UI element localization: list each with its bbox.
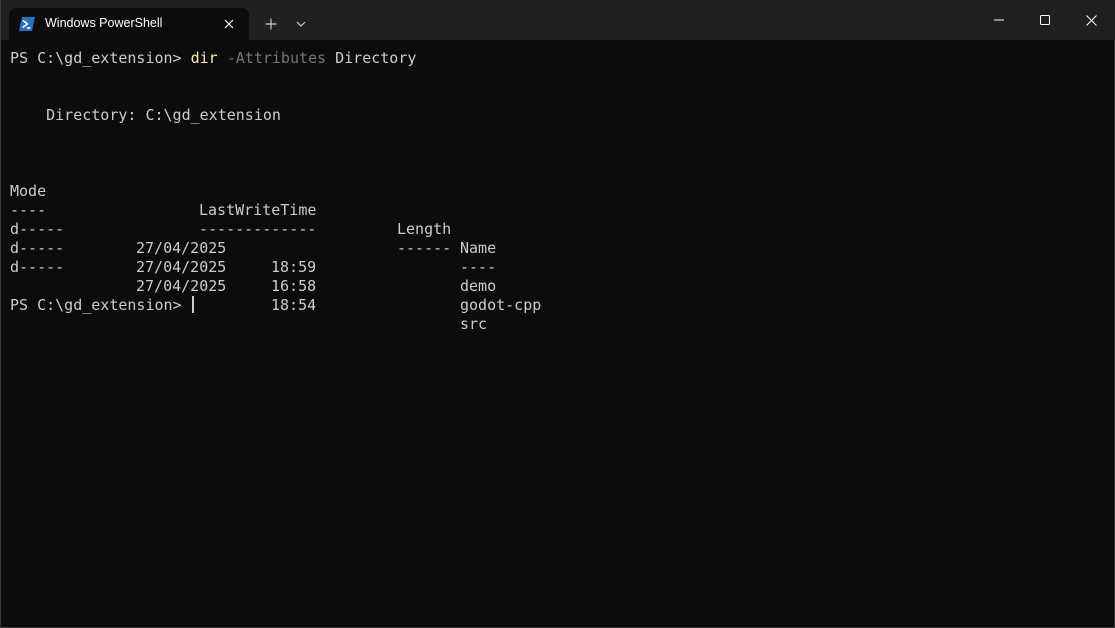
chevron-down-icon[interactable] [289, 12, 313, 36]
terminal-output[interactable]: PS C:\gd_extension> dir -Attributes Dire… [10, 48, 1110, 623]
row-date: 27/04/2025 [136, 277, 227, 295]
row-name: src [460, 315, 488, 333]
row-name: demo [460, 277, 497, 295]
tab-title: Windows PowerShell [45, 16, 163, 30]
close-icon[interactable] [219, 14, 239, 34]
maximize-icon[interactable] [1022, 0, 1068, 40]
title-bar[interactable]: Windows PowerShell [1, 0, 1115, 40]
column-underlines: ---- ------------- ------ ---- [10, 182, 610, 276]
text-cursor [191, 296, 194, 313]
row-time: 18:59 [271, 258, 317, 276]
command-name: dir [190, 49, 218, 67]
row-time: 18:54 [271, 296, 317, 314]
table-row: d----- 27/04/2025 18:54 src [10, 239, 610, 333]
row-date: 27/04/2025 [136, 258, 227, 276]
powershell-icon [19, 17, 35, 31]
prompt: PS C:\gd_extension> [10, 296, 191, 314]
row-mode: d----- [10, 258, 65, 276]
table-row: d----- 27/04/2025 18:59 demo [10, 201, 610, 295]
command-parameter: -Attributes [217, 49, 327, 67]
minimize-icon[interactable] [976, 0, 1022, 40]
table-row: d----- 27/04/2025 16:58 godot-cpp [10, 220, 610, 314]
close-icon[interactable] [1068, 0, 1114, 40]
row-time: 16:58 [271, 277, 317, 295]
plus-icon[interactable] [259, 12, 283, 36]
row-name: godot-cpp [460, 296, 542, 314]
command-line: PS C:\gd_extension> dir -Attributes Dire… [10, 49, 416, 68]
prompt: PS C:\gd_extension> [10, 49, 191, 67]
terminal-window: Windows PowerShell PS C:\gd_extension> d… [0, 0, 1115, 628]
directory-line: Directory: C:\gd_extension [10, 106, 281, 124]
column-headers: Mode LastWriteTime Length Name [10, 163, 610, 257]
prompt-line[interactable]: PS C:\gd_extension> [10, 296, 194, 315]
command-argument: Directory [326, 49, 417, 67]
underline-name: ---- [460, 258, 497, 276]
tab-windows-powershell[interactable]: Windows PowerShell [9, 8, 249, 40]
